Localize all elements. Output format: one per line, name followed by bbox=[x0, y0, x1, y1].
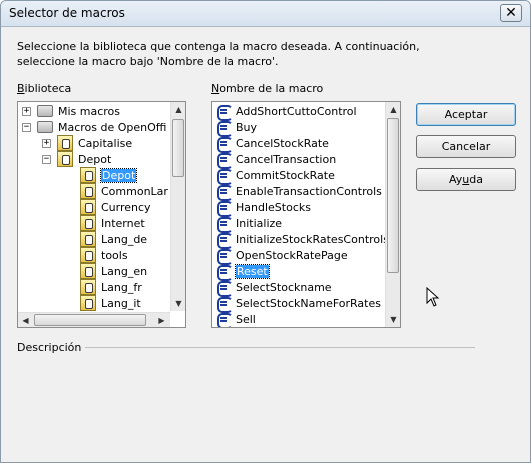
scroll-down-icon[interactable]: ▼ bbox=[171, 296, 185, 311]
tree-item-module[interactable]: Currency bbox=[80, 199, 151, 215]
macro-item[interactable]: CancelTransaction bbox=[216, 151, 336, 169]
collapse-icon[interactable]: − bbox=[42, 154, 51, 164]
scroll-up-icon[interactable]: ▲ bbox=[171, 102, 185, 117]
module-icon bbox=[80, 263, 96, 279]
tree-item-capitalise[interactable]: + Capitalise bbox=[42, 135, 132, 151]
window-title: Selector de macros bbox=[9, 6, 125, 20]
description-label: Descripción bbox=[17, 341, 82, 354]
scroll-right-icon[interactable]: ▶ bbox=[154, 313, 169, 327]
tree-item-depot-module[interactable]: Depot bbox=[80, 167, 138, 183]
macro-icon bbox=[216, 232, 233, 249]
macro-icon bbox=[216, 152, 233, 169]
macro-icon bbox=[216, 216, 233, 233]
cancel-button[interactable]: Cancelar bbox=[416, 135, 516, 158]
macro-icon bbox=[216, 312, 233, 327]
macro-icon bbox=[216, 120, 233, 137]
module-icon bbox=[80, 215, 96, 231]
collapse-icon[interactable]: − bbox=[22, 122, 31, 132]
tree-item-module[interactable]: CommonLar bbox=[80, 183, 168, 199]
instructions-line-2: seleccione la macro bajo 'Nombre de la m… bbox=[17, 55, 279, 68]
scroll-down-icon[interactable]: ▼ bbox=[386, 312, 400, 327]
mouse-pointer-icon bbox=[426, 287, 440, 307]
macro-item[interactable]: OpenStockRatePage bbox=[216, 247, 348, 265]
horizontal-scroll-thumb[interactable] bbox=[34, 314, 146, 326]
macro-vertical-scrollbar[interactable]: ▲ ▼ bbox=[385, 102, 400, 327]
macro-selector-dialog: Selector de macros ✕ Seleccione la bibli… bbox=[0, 0, 531, 463]
macro-icon bbox=[216, 248, 233, 265]
tree-item-module[interactable]: Lang_it bbox=[80, 295, 141, 311]
library-container-icon bbox=[37, 105, 53, 117]
tree-item-mis-macros[interactable]: + Mis macros bbox=[22, 103, 120, 119]
module-icon bbox=[80, 295, 96, 311]
library-container-icon bbox=[37, 121, 53, 133]
library-icon bbox=[57, 151, 73, 167]
macro-item[interactable]: AddShortCuttoControl bbox=[216, 103, 357, 121]
macro-item[interactable]: Buy bbox=[216, 119, 257, 137]
macro-item[interactable]: CancelStockRate bbox=[216, 135, 329, 153]
macro-item[interactable]: SelectStockNameForRates bbox=[216, 295, 381, 313]
tree-item-module[interactable]: Internet bbox=[80, 215, 145, 231]
macro-icon bbox=[216, 280, 233, 297]
macro-item-selected[interactable]: Reset bbox=[216, 263, 270, 281]
macro-item[interactable]: InitializeStockRatesControls bbox=[216, 231, 389, 249]
expand-icon[interactable]: + bbox=[42, 138, 51, 148]
help-button[interactable]: Ayuda bbox=[416, 168, 516, 191]
scroll-left-icon[interactable]: ◀ bbox=[18, 313, 33, 327]
macro-item[interactable]: CommitStockRate bbox=[216, 167, 335, 185]
accept-button[interactable]: Aceptar bbox=[416, 103, 516, 126]
tree-item-module[interactable]: tools bbox=[80, 247, 128, 263]
scroll-thumb[interactable] bbox=[172, 119, 184, 177]
macro-icon bbox=[216, 296, 233, 313]
instructions-line-1: Seleccione la biblioteca que contenga la… bbox=[17, 40, 420, 53]
tree-item-module[interactable]: Lang_de bbox=[80, 231, 147, 247]
macro-icon bbox=[216, 136, 233, 153]
title-bar: Selector de macros ✕ bbox=[1, 1, 530, 27]
macro-item[interactable]: SelectStockname bbox=[216, 279, 332, 297]
module-icon bbox=[80, 199, 96, 215]
scroll-up-icon[interactable]: ▲ bbox=[386, 102, 400, 117]
expand-icon[interactable]: + bbox=[22, 106, 31, 116]
module-icon bbox=[80, 247, 96, 263]
macro-icon bbox=[216, 264, 233, 281]
macro-name-label: Nombre de la macro bbox=[211, 82, 324, 95]
macro-item[interactable]: HandleStocks bbox=[216, 199, 311, 217]
close-button[interactable]: ✕ bbox=[500, 4, 522, 22]
macro-icon bbox=[216, 104, 233, 121]
module-icon bbox=[80, 167, 96, 183]
module-icon bbox=[80, 231, 96, 247]
macro-icon bbox=[216, 184, 233, 201]
macro-icon bbox=[216, 200, 233, 217]
module-icon bbox=[80, 279, 96, 295]
library-vertical-scrollbar[interactable]: ▲ ▼ bbox=[170, 102, 185, 311]
macro-icon bbox=[216, 168, 233, 185]
library-label: Biblioteca bbox=[17, 82, 72, 95]
scroll-thumb[interactable] bbox=[387, 118, 399, 273]
macro-item[interactable]: EnableTransactionControls bbox=[216, 183, 382, 201]
tree-item-openoffice-macros[interactable]: − Macros de OpenOffi bbox=[22, 119, 166, 135]
library-icon bbox=[57, 135, 73, 151]
description-divider bbox=[85, 347, 475, 348]
library-tree[interactable]: + Mis macros − Macros de OpenOffi + Capi… bbox=[17, 101, 186, 328]
module-icon bbox=[80, 183, 96, 199]
tree-item-module[interactable]: Lang_fr bbox=[80, 279, 142, 295]
close-icon: ✕ bbox=[505, 5, 517, 21]
macro-list[interactable]: AddShortCuttoControl Buy CancelStockRate… bbox=[211, 101, 401, 328]
macro-item[interactable]: Initialize bbox=[216, 215, 282, 233]
macro-item[interactable]: Sell bbox=[216, 311, 256, 327]
instructions-text: Seleccione la biblioteca que contenga la… bbox=[17, 39, 497, 69]
library-horizontal-scrollbar[interactable]: ◀ ▶ bbox=[18, 312, 170, 327]
tree-item-module[interactable]: Lang_en bbox=[80, 263, 147, 279]
tree-item-depot-library[interactable]: − Depot bbox=[42, 151, 111, 167]
